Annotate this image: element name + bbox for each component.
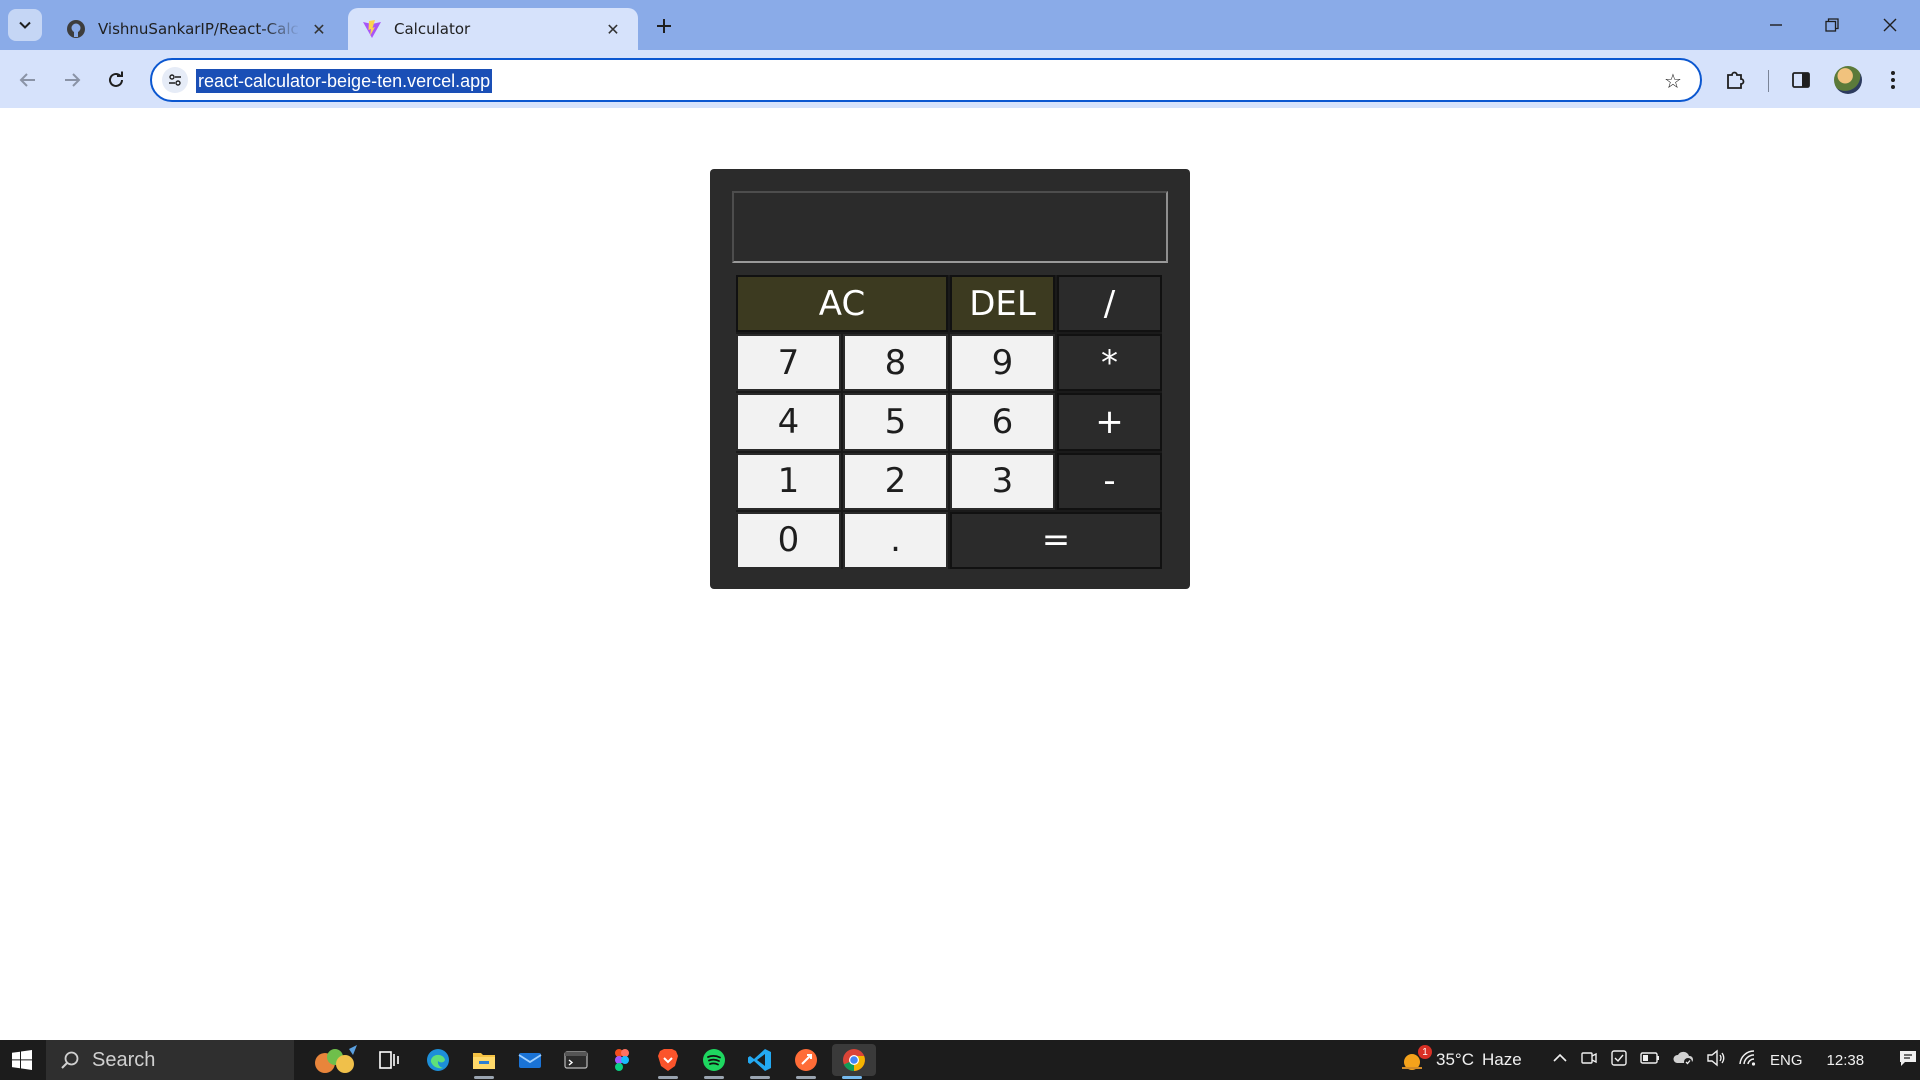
taskbar-search[interactable]: Search bbox=[46, 1040, 294, 1080]
terminal-icon[interactable] bbox=[556, 1044, 596, 1076]
weather-icon: 1 bbox=[1400, 1045, 1432, 1072]
delete-key[interactable]: DEL bbox=[950, 275, 1055, 333]
start-button[interactable] bbox=[0, 1040, 44, 1080]
digit-6-key[interactable]: 6 bbox=[950, 393, 1055, 451]
keypad: AC DEL/ 7 8 9 * 4 5 6 +1 2 3- 0. = bbox=[736, 275, 1162, 569]
onedrive-icon[interactable] bbox=[1672, 1050, 1694, 1071]
profile-avatar[interactable] bbox=[1834, 66, 1862, 94]
restore-button[interactable] bbox=[1804, 0, 1860, 50]
add-key[interactable]: + bbox=[1057, 393, 1162, 451]
plus-icon bbox=[657, 19, 671, 33]
tab-search-button[interactable] bbox=[8, 9, 42, 41]
weather-widget[interactable]: 1 35°C Haze bbox=[1400, 1040, 1522, 1080]
side-panel-icon bbox=[1792, 72, 1810, 88]
tab-strip: VishnuSankarIP/React-Calculator ✕ Calcul… bbox=[0, 0, 1920, 50]
brave-icon[interactable] bbox=[648, 1044, 688, 1079]
url-text[interactable]: react-calculator-beige-ten.vercel.app bbox=[196, 69, 493, 93]
close-icon bbox=[1883, 18, 1897, 32]
close-icon[interactable]: ✕ bbox=[602, 18, 624, 40]
edge-icon[interactable] bbox=[418, 1044, 458, 1076]
notifications-icon[interactable] bbox=[1898, 1049, 1918, 1072]
divide-key[interactable]: / bbox=[1057, 275, 1162, 333]
system-tray: ENG 12:38 bbox=[1552, 1040, 1918, 1080]
windows-icon bbox=[12, 1050, 32, 1070]
calculator-display bbox=[732, 191, 1168, 263]
bookmark-star-icon[interactable]: ☆ bbox=[1660, 68, 1686, 94]
new-tab-button[interactable] bbox=[648, 10, 680, 42]
kebab-menu-icon bbox=[1891, 71, 1895, 89]
side-panel-button[interactable] bbox=[1784, 64, 1818, 96]
spotify-icon[interactable] bbox=[694, 1044, 734, 1079]
security-icon[interactable] bbox=[1610, 1049, 1628, 1072]
multiply-key[interactable]: * bbox=[1057, 334, 1162, 392]
close-window-button[interactable] bbox=[1862, 0, 1918, 50]
meet-now-icon[interactable] bbox=[1580, 1049, 1598, 1072]
digit-8-key[interactable]: 8 bbox=[843, 334, 948, 392]
restore-icon bbox=[1825, 18, 1839, 32]
digit-5-key[interactable]: 5 bbox=[843, 393, 948, 451]
search-icon bbox=[60, 1050, 80, 1070]
vite-icon bbox=[362, 19, 382, 39]
weather-condition: Haze bbox=[1481, 1050, 1522, 1069]
extensions-button[interactable] bbox=[1718, 64, 1752, 96]
task-view-icon[interactable] bbox=[370, 1044, 410, 1076]
site-info-icon[interactable] bbox=[162, 67, 188, 93]
chevron-up-icon[interactable] bbox=[1552, 1050, 1568, 1071]
chrome-icon[interactable] bbox=[832, 1044, 876, 1079]
digit-7-key[interactable]: 7 bbox=[736, 334, 841, 392]
digit-3-key[interactable]: 3 bbox=[950, 452, 1055, 510]
speaker-icon[interactable] bbox=[1706, 1049, 1726, 1072]
equals-key[interactable]: = bbox=[950, 511, 1162, 569]
battery-icon[interactable] bbox=[1640, 1051, 1660, 1070]
digit-0-key[interactable]: 0 bbox=[736, 511, 841, 569]
digit-4-key[interactable]: 4 bbox=[736, 393, 841, 451]
reload-icon bbox=[109, 71, 123, 87]
digit-1-key[interactable]: 1 bbox=[736, 452, 841, 510]
file-explorer-icon[interactable] bbox=[464, 1044, 504, 1079]
tab-title: VishnuSankarIP/React-Calculator bbox=[98, 20, 300, 38]
search-placeholder: Search bbox=[92, 1048, 156, 1071]
tab-calculator[interactable]: Calculator ✕ bbox=[348, 8, 638, 50]
puzzle-icon bbox=[1727, 71, 1745, 89]
chevron-down-icon bbox=[19, 21, 31, 29]
arrow-left-icon bbox=[19, 73, 35, 87]
minimize-button[interactable] bbox=[1748, 0, 1804, 50]
back-button[interactable] bbox=[10, 62, 46, 98]
arrow-right-icon bbox=[65, 73, 81, 87]
widgets-icon[interactable] bbox=[308, 1044, 364, 1076]
tab-github[interactable]: VishnuSankarIP/React-Calculator ✕ bbox=[52, 8, 344, 50]
tab-title: Calculator bbox=[394, 20, 471, 38]
vscode-icon[interactable] bbox=[740, 1044, 780, 1079]
mail-icon[interactable] bbox=[510, 1044, 550, 1076]
calculator: AC DEL/ 7 8 9 * 4 5 6 +1 2 3- 0. = bbox=[710, 169, 1190, 589]
forward-button[interactable] bbox=[54, 62, 90, 98]
close-icon[interactable]: ✕ bbox=[308, 18, 330, 40]
decimal-key[interactable]: . bbox=[843, 511, 948, 569]
reload-button[interactable] bbox=[98, 62, 134, 98]
toolbar-divider bbox=[1768, 70, 1769, 92]
figma-icon[interactable] bbox=[602, 1044, 642, 1076]
weather-temp: 35°C bbox=[1436, 1050, 1474, 1069]
weather-alert-badge: 1 bbox=[1418, 1045, 1432, 1059]
digit-2-key[interactable]: 2 bbox=[843, 452, 948, 510]
menu-button[interactable] bbox=[1876, 64, 1910, 96]
clock[interactable]: 12:38 bbox=[1827, 1052, 1865, 1069]
minimize-icon bbox=[1770, 24, 1782, 26]
github-icon bbox=[66, 19, 86, 39]
language-indicator[interactable]: ENG bbox=[1770, 1052, 1803, 1069]
wifi-icon[interactable] bbox=[1738, 1049, 1758, 1072]
postman-icon[interactable] bbox=[786, 1044, 826, 1079]
subtract-key[interactable]: - bbox=[1057, 452, 1162, 510]
taskbar: Search 1 35°C Haze ENG 12:38 bbox=[0, 1040, 1920, 1080]
address-bar[interactable]: react-calculator-beige-ten.vercel.app ☆ bbox=[150, 58, 1702, 102]
browser-toolbar: react-calculator-beige-ten.vercel.app ☆ bbox=[0, 50, 1920, 108]
digit-9-key[interactable]: 9 bbox=[950, 334, 1055, 392]
all-clear-key[interactable]: AC bbox=[736, 275, 948, 333]
